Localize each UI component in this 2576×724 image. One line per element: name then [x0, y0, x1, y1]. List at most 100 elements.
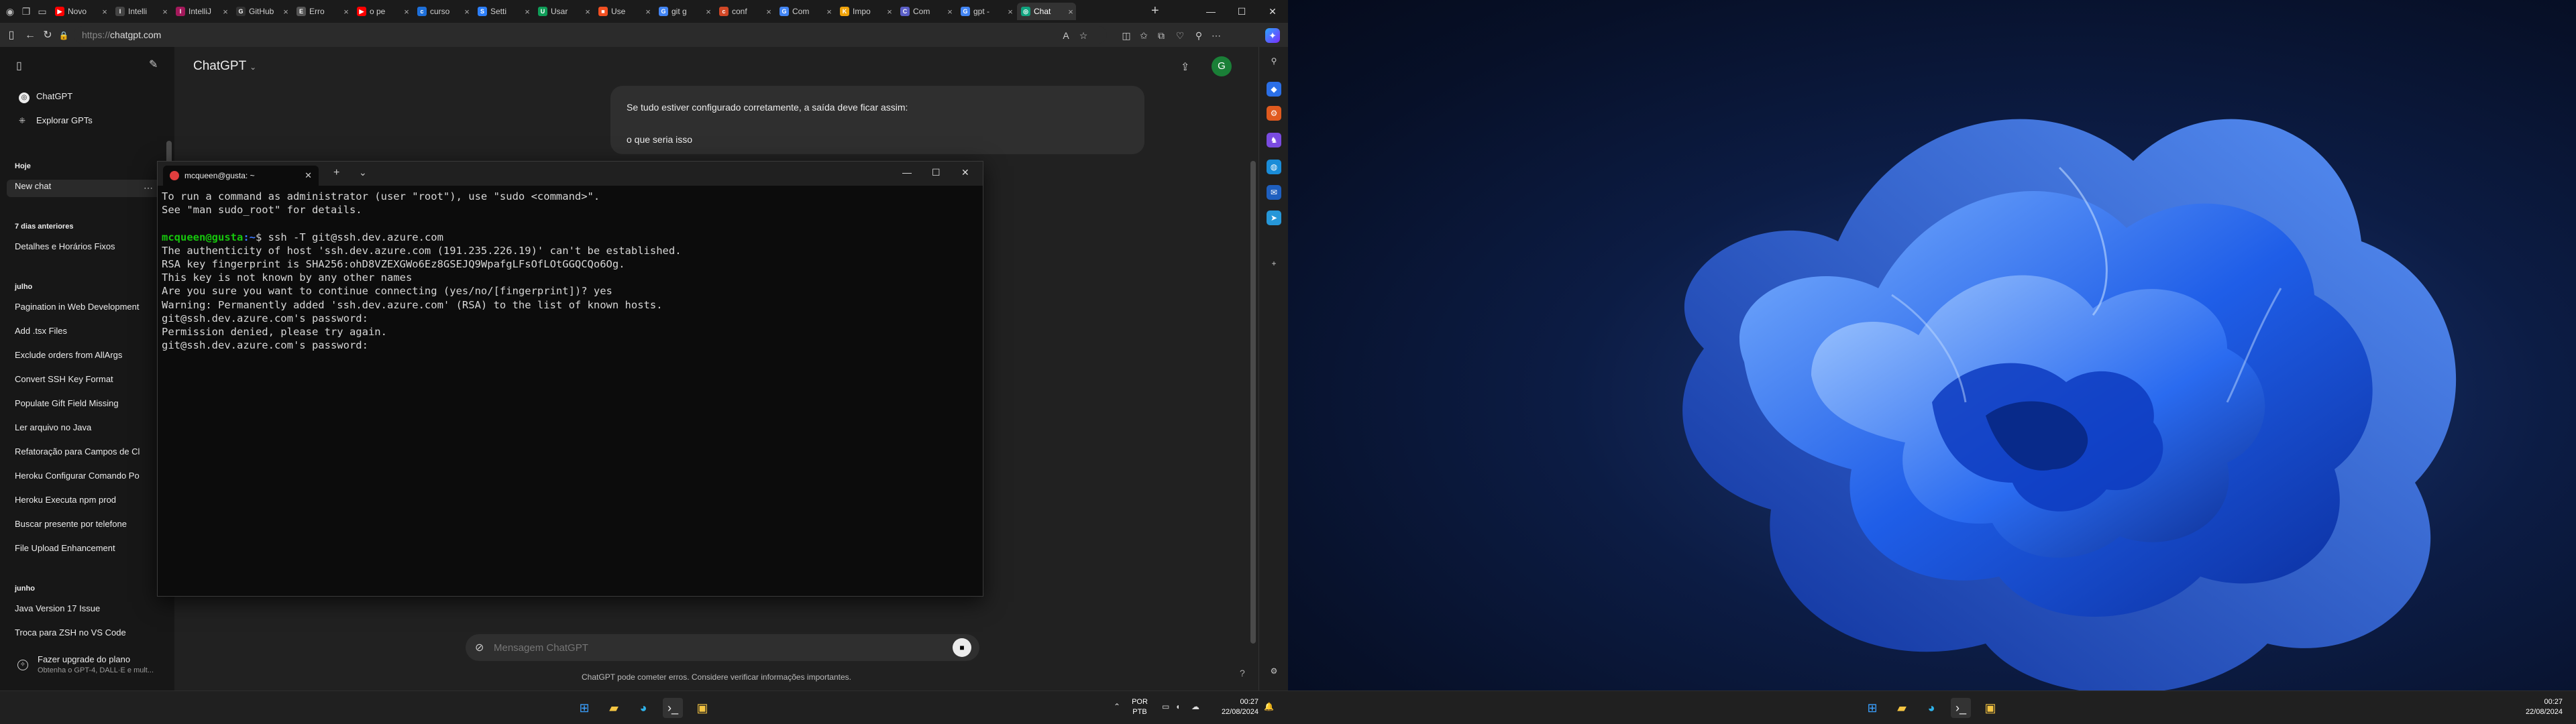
- history-item[interactable]: New chat: [15, 181, 149, 191]
- volume-icon[interactable]: ◖: [1175, 702, 1180, 711]
- tab-dropdown-icon[interactable]: ⌄: [359, 167, 367, 178]
- history-item[interactable]: Pagination in Web Development: [15, 302, 149, 312]
- minimize-button[interactable]: —: [1195, 0, 1226, 23]
- shopping-icon[interactable]: ◆: [1267, 82, 1281, 97]
- close-tab-icon[interactable]: ×: [99, 7, 110, 17]
- close-tab-icon[interactable]: ×: [160, 7, 170, 17]
- settings-more-icon[interactable]: ⋯: [1209, 28, 1224, 43]
- favorite-star-icon[interactable]: ☆: [1076, 28, 1091, 43]
- close-tab-icon[interactable]: ×: [220, 7, 231, 17]
- browser-tab[interactable]: I Intelli ×: [111, 3, 170, 20]
- workspaces-icon[interactable]: ❐: [19, 4, 34, 19]
- browser-tab[interactable]: C Com ×: [896, 3, 955, 20]
- sidebar-item-chatgpt[interactable]: ◎ ChatGPT: [19, 91, 161, 103]
- close-tab-icon[interactable]: ×: [401, 7, 412, 17]
- message-input[interactable]: [494, 640, 923, 656]
- close-tab-icon[interactable]: ×: [884, 7, 895, 17]
- split-screen-icon[interactable]: ◫: [1119, 28, 1134, 43]
- browser-tab[interactable]: ▶ Novo ×: [51, 3, 110, 20]
- drop-icon[interactable]: ➤: [1267, 210, 1281, 225]
- sidebar-item-explorar-gpts[interactable]: ⁜ Explorar GPTs: [19, 115, 161, 125]
- chevron-up-icon[interactable]: ⌃: [1114, 702, 1120, 711]
- history-item[interactable]: Troca para ZSH no VS Code: [15, 627, 149, 638]
- close-tab-icon[interactable]: ×: [582, 7, 593, 17]
- browser-tab[interactable]: Ggpt - ×: [957, 3, 1016, 20]
- terminal-tab[interactable]: mcqueen@gusta: ~ ✕: [163, 166, 319, 186]
- new-terminal-tab-button[interactable]: +: [333, 167, 339, 179]
- history-item[interactable]: Ler arquivo no Java: [15, 422, 149, 432]
- clock-time[interactable]: 00:27: [2489, 698, 2563, 706]
- battery-icon[interactable]: ☁: [1191, 702, 1199, 711]
- browser-tab[interactable]: c conf ×: [715, 3, 774, 20]
- browser-tab[interactable]: ◎ Chat ×: [1017, 3, 1076, 20]
- terminal-minimize-button[interactable]: —: [902, 167, 912, 178]
- terminal-output[interactable]: To run a command as administrator (user …: [162, 190, 977, 592]
- terminal-close-button[interactable]: ✕: [961, 167, 969, 178]
- close-tab-icon[interactable]: ×: [1065, 7, 1076, 17]
- site-info-icon[interactable]: 🔒: [56, 28, 71, 43]
- read-aloud-icon[interactable]: A: [1059, 28, 1073, 43]
- history-item[interactable]: Exclude orders from AllArgs: [15, 350, 149, 360]
- browser-tab[interactable]: Ggit g ×: [655, 3, 714, 20]
- sidebar-settings-icon[interactable]: ⚙: [1267, 664, 1281, 678]
- language-top[interactable]: POR: [1130, 698, 1150, 706]
- file-explorer-icon[interactable]: ▰: [604, 698, 624, 718]
- back-button[interactable]: ←: [23, 28, 38, 43]
- browser-tab[interactable]: K Impo ×: [836, 3, 895, 20]
- close-tab-icon[interactable]: ×: [522, 7, 533, 17]
- close-sidebar-icon[interactable]: ▯: [16, 59, 22, 72]
- clock-date[interactable]: 22/08/2024: [2489, 708, 2563, 716]
- favorites-icon[interactable]: ✩: [1136, 28, 1151, 43]
- avatar[interactable]: G: [1212, 56, 1232, 76]
- attach-icon[interactable]: ⊘: [475, 641, 484, 654]
- clock-date[interactable]: 22/08/2024: [1205, 708, 1258, 716]
- browser-essentials-icon[interactable]: ♡: [1173, 28, 1187, 43]
- history-item[interactable]: File Upload Enhancement: [15, 543, 149, 553]
- language-bottom[interactable]: PTB: [1130, 708, 1150, 716]
- address-bar[interactable]: https://chatgpt.com: [74, 26, 1107, 44]
- office-icon[interactable]: ◍: [1267, 160, 1281, 174]
- close-tab-icon[interactable]: ×: [280, 7, 291, 17]
- notification-bell-icon[interactable]: 🔔: [1264, 702, 1274, 711]
- close-tab-icon[interactable]: ×: [945, 7, 955, 17]
- history-item[interactable]: Detalhes e Horários Fixos: [15, 241, 149, 251]
- history-item[interactable]: Heroku Configurar Comando Po: [15, 471, 149, 481]
- edge-icon[interactable]: ◕: [633, 698, 653, 718]
- tools-icon[interactable]: ⚙: [1267, 106, 1281, 121]
- history-item[interactable]: Refatoração para Campos de Cl: [15, 446, 149, 457]
- collections-icon[interactable]: ⧉: [1154, 28, 1169, 43]
- terminal-maximize-button[interactable]: ☐: [932, 167, 941, 178]
- upgrade-plan[interactable]: ✧ Fazer upgrade do plano Obtenha o GPT-4…: [7, 650, 168, 686]
- browser-tab[interactable]: ■ Use ×: [594, 3, 653, 20]
- browser-tab[interactable]: E Erro ×: [292, 3, 352, 20]
- outlook-icon[interactable]: ✉: [1267, 185, 1281, 200]
- edge-icon[interactable]: ◕: [1921, 698, 1941, 718]
- close-tab-icon[interactable]: ×: [1005, 7, 1016, 17]
- tab-actions-icon[interactable]: ▭: [35, 4, 50, 19]
- browser-tab[interactable]: G Com ×: [775, 3, 835, 20]
- close-tab-icon[interactable]: ×: [763, 7, 774, 17]
- close-tab-icon[interactable]: ×: [703, 7, 714, 17]
- start-icon[interactable]: ⊞: [1862, 698, 1882, 718]
- start-icon[interactable]: ⊞: [574, 698, 594, 718]
- network-icon[interactable]: ▭: [1162, 702, 1169, 711]
- history-item[interactable]: Buscar presente por telefone: [15, 519, 149, 529]
- stop-generating-button[interactable]: ■: [953, 638, 971, 657]
- close-tab-icon[interactable]: ✕: [305, 170, 312, 181]
- games-icon[interactable]: ♞: [1267, 133, 1281, 147]
- terminal-icon[interactable]: ›_: [663, 698, 683, 718]
- terminal-window[interactable]: mcqueen@gusta: ~ ✕ + ⌄ — ☐ ✕ To run a co…: [157, 161, 983, 597]
- maximize-button[interactable]: ☐: [1226, 0, 1257, 23]
- main-scrollbar[interactable]: [1250, 121, 1256, 684]
- browser-tab[interactable]: c curso ×: [413, 3, 472, 20]
- close-tab-icon[interactable]: ×: [341, 7, 352, 17]
- scrollbar-thumb[interactable]: [1250, 161, 1256, 644]
- history-item[interactable]: Heroku Executa npm prod: [15, 495, 149, 505]
- history-item[interactable]: Add .tsx Files: [15, 326, 149, 336]
- new-tab-button[interactable]: +: [1151, 4, 1159, 17]
- browser-tab[interactable]: G GitHub ×: [232, 3, 291, 20]
- extensions-icon[interactable]: ⚲: [1191, 28, 1206, 43]
- browser-tab[interactable]: U Usar ×: [534, 3, 593, 20]
- file-explorer-icon[interactable]: ▰: [1892, 698, 1912, 718]
- history-item[interactable]: Convert SSH Key Format: [15, 374, 149, 384]
